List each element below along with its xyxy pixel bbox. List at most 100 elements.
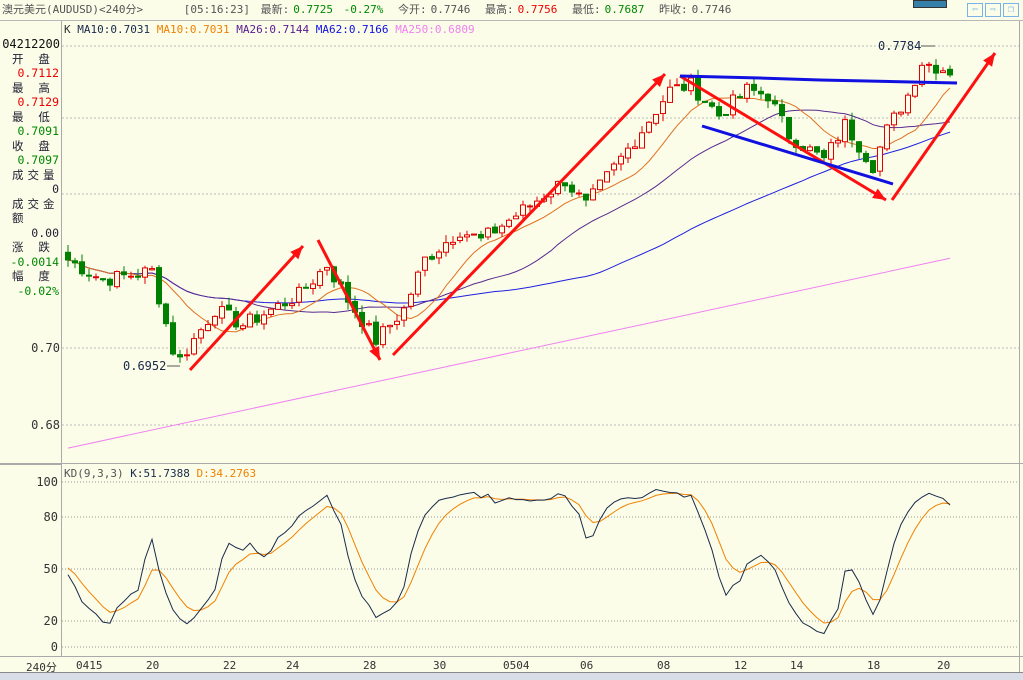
kd-d-line [67, 492, 951, 624]
candle-body [660, 101, 666, 115]
candle-body [317, 271, 323, 286]
candle-body [422, 256, 428, 271]
candle-body [450, 241, 456, 245]
candle-body [569, 184, 575, 193]
candle-body [786, 116, 792, 140]
candle-body [821, 150, 827, 159]
candle-body [751, 83, 757, 91]
trend-arrow [391, 72, 667, 357]
trend-arrow [679, 74, 887, 202]
candle-body [387, 324, 393, 328]
candle-body [415, 271, 421, 295]
candle-body [590, 188, 596, 201]
candle-body [926, 63, 932, 66]
candle-body [247, 313, 253, 328]
candle-body [723, 113, 729, 116]
candle-body [72, 260, 78, 264]
kd-k-line [67, 489, 951, 635]
candle-body [737, 96, 743, 99]
candle-body [219, 306, 225, 319]
resistance-line [679, 74, 958, 85]
candle-body [499, 225, 505, 234]
candle-body [79, 261, 85, 275]
candle-body [646, 121, 652, 133]
candle-body [940, 70, 946, 74]
candle-body [408, 293, 414, 307]
candle-body [86, 274, 92, 277]
candle-body [380, 326, 386, 346]
candle-body [884, 124, 890, 150]
candle-body [170, 322, 176, 355]
candle-body [373, 321, 379, 345]
candle-body [744, 83, 750, 99]
candle-body [870, 160, 876, 174]
candle-body [905, 94, 911, 114]
candle-body [520, 204, 526, 216]
candle-body [604, 171, 610, 183]
candle-body [478, 233, 484, 239]
candle-body [583, 193, 589, 201]
candle-body [121, 271, 127, 276]
candle-body [842, 119, 848, 143]
candle-body [205, 323, 211, 332]
candle-body [254, 314, 260, 323]
candle-body [394, 320, 400, 326]
candle-body [947, 68, 953, 76]
min-price-label: 0.6952 [123, 359, 166, 373]
candle-body [156, 267, 162, 305]
candle-body [492, 226, 498, 234]
candle-body [856, 141, 862, 153]
candle-body [758, 90, 764, 95]
candle-body [807, 146, 813, 152]
candle-body [597, 179, 603, 191]
candle-body [863, 152, 869, 162]
candle-body [149, 268, 155, 271]
candle-body [135, 275, 141, 278]
max-price-label: 0.7784 [878, 39, 921, 53]
arrowhead [983, 53, 995, 67]
candle-body [716, 106, 722, 117]
candle-body [709, 102, 715, 107]
price-chart[interactable]: 0.7784 0.6952 [0, 0, 1023, 680]
candle-body [653, 113, 659, 124]
candle-body [107, 278, 113, 286]
candle-body [835, 140, 841, 144]
candle-body [471, 233, 477, 236]
trend-arrow [188, 244, 305, 372]
candle-body [240, 325, 246, 330]
candle-body [527, 205, 533, 208]
candle-body [443, 242, 449, 253]
candle-body [401, 307, 407, 321]
candle-body [849, 119, 855, 141]
candle-body [912, 84, 918, 97]
candle-body [93, 276, 99, 279]
candle-body [506, 219, 512, 227]
candle-body [191, 338, 197, 355]
candle-body [772, 100, 778, 105]
ma26-line [67, 109, 951, 314]
candle-body [814, 146, 820, 153]
candle-body [282, 303, 288, 307]
ma250-line [67, 257, 951, 449]
candle-body [436, 251, 442, 259]
candle-body [779, 104, 785, 117]
candle-body [576, 192, 582, 195]
candle-body [275, 302, 281, 310]
candle-body [702, 100, 708, 103]
candle-body [303, 286, 309, 289]
candle-body [562, 182, 568, 187]
candle-body [625, 147, 631, 159]
candle-body [184, 354, 190, 357]
candle-body [485, 227, 491, 238]
candle-body [891, 112, 897, 126]
candle-body [611, 163, 617, 171]
candle-body [429, 256, 435, 260]
candle-body [310, 283, 316, 290]
candle-body [114, 270, 120, 288]
candle-body [933, 64, 939, 74]
candle-body [296, 286, 302, 303]
candle-body [828, 142, 834, 160]
candle-body [632, 146, 638, 150]
candle-body [681, 83, 687, 91]
candle-body [674, 84, 680, 87]
